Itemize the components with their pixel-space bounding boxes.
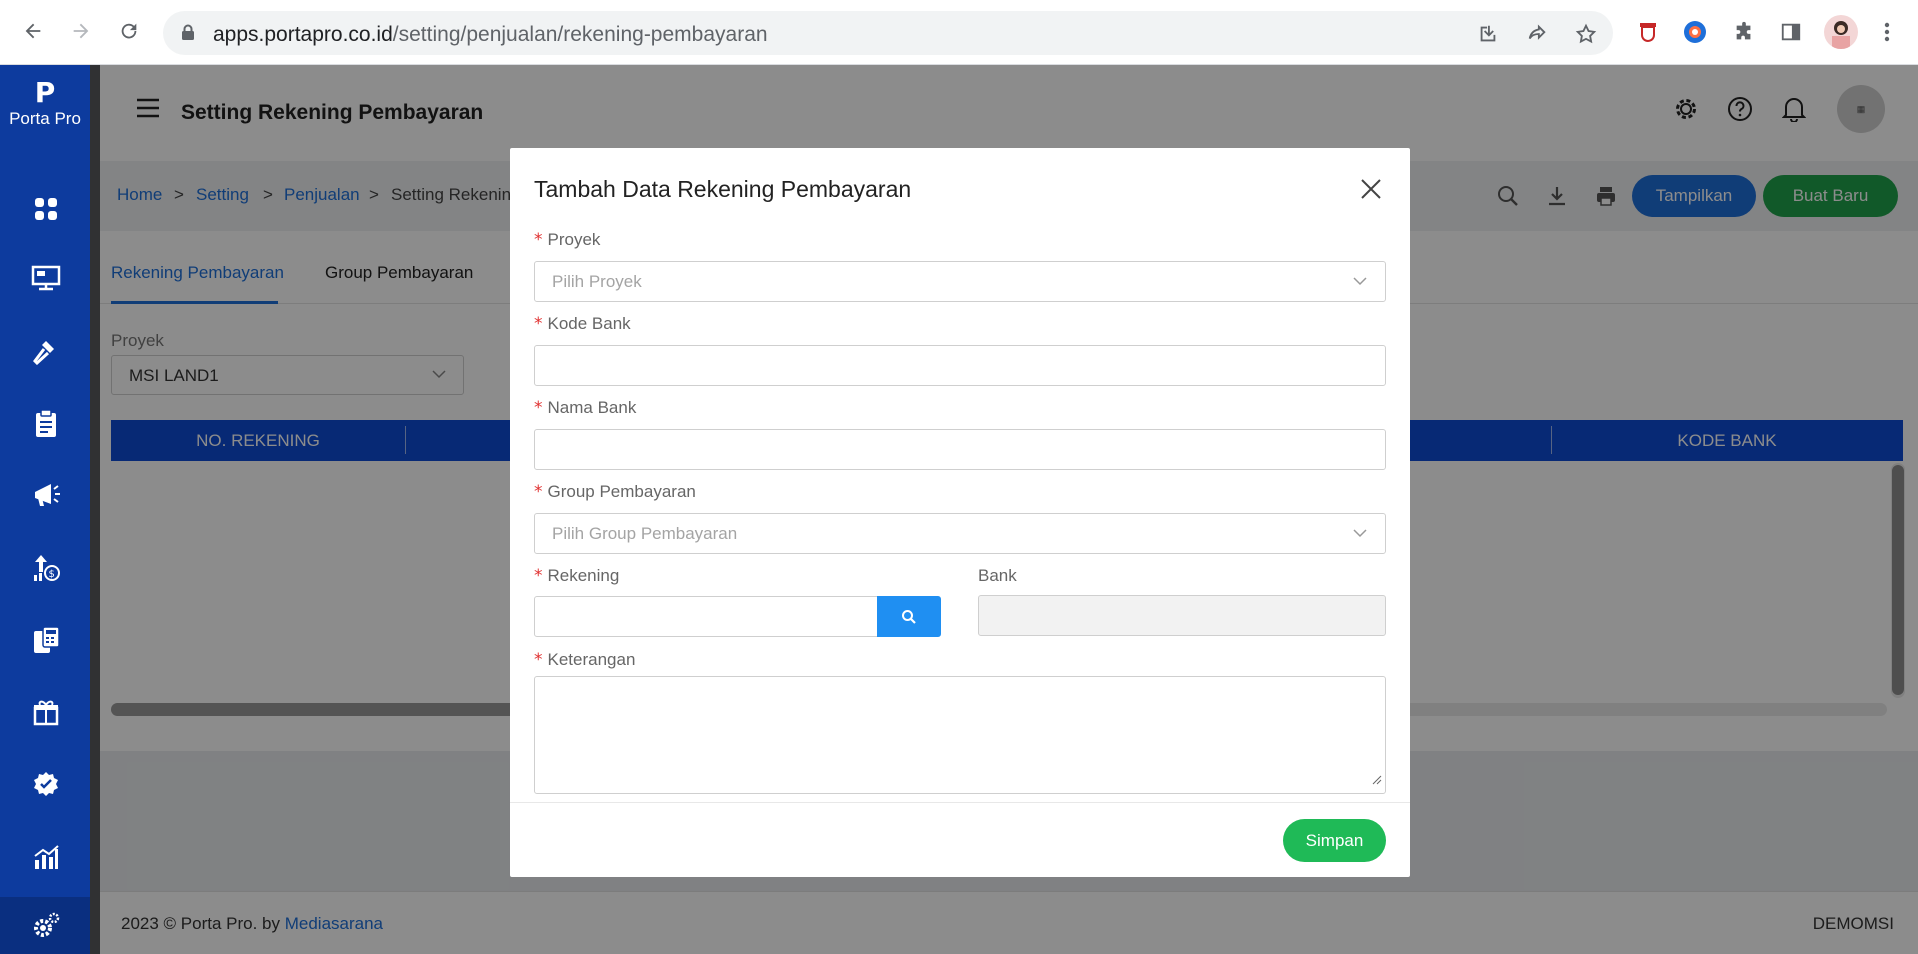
- proyek-label-text: Proyek: [547, 230, 601, 249]
- group-label-text: Group Pembayaran: [547, 482, 696, 501]
- required-mark: *: [534, 566, 543, 586]
- kode-bank-input[interactable]: [534, 345, 1386, 386]
- group-placeholder: Pilih Group Pembayaran: [552, 524, 738, 543]
- sidebar: P Porta Pro $: [0, 65, 90, 954]
- megaphone-icon[interactable]: [30, 479, 62, 511]
- modal-footer-divider: [510, 802, 1410, 803]
- group-pembayaran-select[interactable]: Pilih Group Pembayaran: [534, 513, 1386, 554]
- logo-mark: P: [34, 76, 56, 109]
- close-icon[interactable]: [1357, 175, 1385, 203]
- rekening-search-button[interactable]: [877, 596, 941, 637]
- bookmark-star-icon[interactable]: [1573, 21, 1599, 47]
- rekening-label-text: Rekening: [547, 566, 620, 585]
- keterangan-label-text: Keterangan: [547, 650, 636, 669]
- svg-text:$: $: [49, 569, 55, 580]
- nama-bank-label: * Nama Bank: [534, 398, 636, 418]
- side-panel-icon[interactable]: [1777, 18, 1805, 46]
- chevron-down-icon: [1352, 525, 1368, 546]
- rekening-label: * Rekening: [534, 566, 619, 586]
- hammer-icon[interactable]: [30, 335, 62, 367]
- shield-extension-icon[interactable]: [1634, 18, 1662, 46]
- search-icon: [902, 609, 916, 624]
- required-mark: *: [534, 314, 543, 334]
- rekening-input[interactable]: [534, 596, 878, 637]
- proyek-placeholder: Pilih Proyek: [552, 272, 642, 291]
- kode-bank-label-text: Kode Bank: [547, 314, 631, 333]
- nama-bank-input[interactable]: [534, 429, 1386, 470]
- gift-icon[interactable]: [30, 696, 62, 728]
- required-mark: *: [534, 482, 543, 502]
- kode-bank-label: * Kode Bank: [534, 314, 631, 334]
- url-text: apps.portapro.co.id/setting/penjualan/re…: [213, 23, 768, 46]
- keterangan-label: * Keterangan: [534, 650, 635, 670]
- app-logo[interactable]: P Porta Pro: [0, 77, 90, 129]
- dashboard-icon[interactable]: [30, 193, 62, 225]
- required-mark: *: [534, 398, 543, 418]
- modal-title: Tambah Data Rekening Pembayaran: [534, 176, 912, 202]
- reload-icon[interactable]: [114, 16, 144, 46]
- install-app-icon[interactable]: [1475, 21, 1501, 47]
- gear-icon[interactable]: [30, 910, 62, 942]
- money-up-icon[interactable]: $: [30, 552, 62, 584]
- proyek-select[interactable]: Pilih Proyek: [534, 261, 1386, 302]
- calculator-icon[interactable]: [30, 624, 62, 656]
- globe-extension-icon[interactable]: [1681, 18, 1709, 46]
- nama-bank-label-text: Nama Bank: [547, 398, 637, 417]
- back-arrow-icon[interactable]: [18, 16, 48, 46]
- group-pembayaran-label: * Group Pembayaran: [534, 482, 696, 502]
- browser-toolbar: apps.portapro.co.id/setting/penjualan/re…: [0, 0, 1918, 65]
- simpan-button[interactable]: Simpan: [1283, 819, 1386, 862]
- required-mark: *: [534, 230, 543, 250]
- proyek-label: * Proyek: [534, 230, 600, 250]
- monitor-icon[interactable]: [30, 263, 62, 295]
- tambah-rekening-modal: Tambah Data Rekening Pembayaran * Proyek …: [510, 148, 1410, 877]
- address-bar[interactable]: apps.portapro.co.id/setting/penjualan/re…: [163, 11, 1613, 55]
- bank-label: Bank: [978, 566, 1017, 585]
- bar-chart-icon[interactable]: [30, 841, 62, 873]
- browser-menu-icon[interactable]: [1873, 18, 1901, 46]
- forward-arrow-icon[interactable]: [66, 16, 96, 46]
- puzzle-extension-icon[interactable]: [1730, 18, 1758, 46]
- bank-input-disabled: [978, 595, 1386, 636]
- required-mark: *: [534, 650, 543, 670]
- profile-avatar-icon[interactable]: [1824, 15, 1858, 49]
- resize-grip-icon[interactable]: [1372, 772, 1382, 790]
- chevron-down-icon: [1352, 273, 1368, 294]
- keterangan-textarea[interactable]: [534, 676, 1386, 794]
- lock-icon: [181, 24, 195, 46]
- logo-name: Porta Pro: [9, 109, 81, 128]
- share-icon[interactable]: [1524, 21, 1550, 47]
- clipboard-icon[interactable]: [30, 408, 62, 440]
- badge-check-icon[interactable]: [30, 768, 62, 800]
